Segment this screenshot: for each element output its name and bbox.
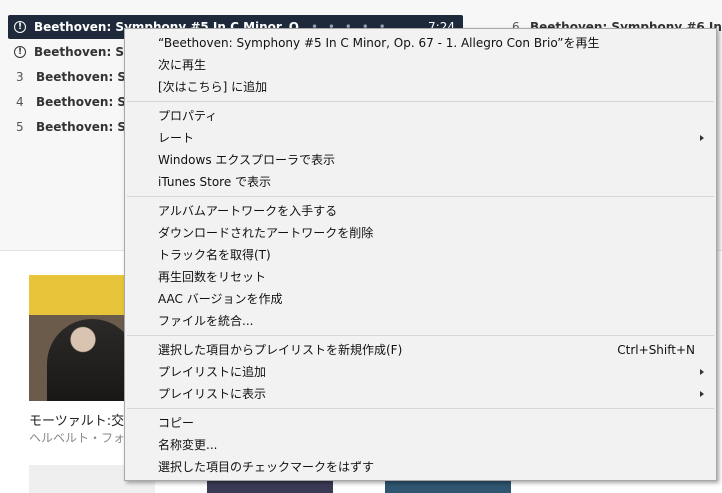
- menu-item-label: [次はこちら] に追加: [158, 80, 268, 94]
- menu-item-shortcut: Ctrl+Shift+N: [617, 343, 695, 357]
- menu-item-label: レート: [158, 131, 195, 145]
- menu-item-add-to-playlist[interactable]: プレイリストに追加: [125, 361, 716, 383]
- menu-item-play-next[interactable]: 次に再生: [125, 54, 716, 76]
- menu-item-label: AAC バージョンを作成: [158, 292, 283, 306]
- menu-item-label: Windows エクスプローラで表示: [158, 153, 336, 167]
- menu-item-rating[interactable]: レート: [125, 127, 716, 149]
- menu-item-label: アルバムアートワークを入手する: [158, 204, 338, 218]
- menu-item-label: ダウンロードされたアートワークを削除: [158, 226, 374, 240]
- menu-separator: [127, 101, 714, 102]
- menu-item-label: コピー: [158, 416, 195, 430]
- track-number: 4: [16, 95, 24, 109]
- track-title: Beethoven: S: [36, 95, 127, 109]
- track-title: Beethoven: S: [36, 120, 127, 134]
- menu-item-delete-artwork[interactable]: ダウンロードされたアートワークを削除: [125, 222, 716, 244]
- menu-item-reset-plays[interactable]: 再生回数をリセット: [125, 266, 716, 288]
- menu-item-label: iTunes Store で表示: [158, 175, 272, 189]
- menu-item-consolidate-files[interactable]: ファイルを統合...: [125, 310, 716, 332]
- menu-item-label: “Beethoven: Symphony #5 In C Minor, Op. …: [158, 36, 600, 50]
- track-number: 5: [16, 120, 24, 134]
- submenu-arrow-icon: [700, 135, 704, 141]
- track-title: Beethoven: S: [36, 70, 127, 84]
- menu-item-properties[interactable]: プロパティ: [125, 105, 716, 127]
- menu-item-create-aac[interactable]: AAC バージョンを作成: [125, 288, 716, 310]
- submenu-arrow-icon: [700, 391, 704, 397]
- menu-separator: [127, 408, 714, 409]
- menu-separator: [127, 196, 714, 197]
- menu-item-show-in-playlist[interactable]: プレイリストに表示: [125, 383, 716, 405]
- menu-item-get-track-names[interactable]: トラック名を取得(T): [125, 244, 716, 266]
- menu-item-get-artwork[interactable]: アルバムアートワークを入手する: [125, 200, 716, 222]
- menu-item-label: 再生回数をリセット: [158, 270, 267, 284]
- menu-item-label: 選択した項目からプレイリストを新規作成(F): [158, 343, 403, 357]
- warning-icon: !: [14, 21, 26, 33]
- menu-item-label: 次に再生: [158, 58, 207, 72]
- menu-item-copy[interactable]: コピー: [125, 412, 716, 434]
- menu-item-show-in-explorer[interactable]: Windows エクスプローラで表示: [125, 149, 716, 171]
- menu-item-label: ファイルを統合...: [158, 314, 254, 328]
- menu-item-label: 選択した項目のチェックマークをはずす: [158, 460, 375, 474]
- menu-separator: [127, 335, 714, 336]
- context-menu: “Beethoven: Symphony #5 In C Minor, Op. …: [124, 28, 717, 481]
- menu-item-show-in-store[interactable]: iTunes Store で表示: [125, 171, 716, 193]
- album-title[interactable]: モーツァルト:交響: [29, 410, 137, 429]
- menu-item-add-to-up-next[interactable]: [次はこちら] に追加: [125, 76, 716, 98]
- menu-item-uncheck-selection[interactable]: 選択した項目のチェックマークをはずす: [125, 456, 716, 478]
- menu-item-label: プレイリストに表示: [158, 387, 267, 401]
- menu-item-label: 名称変更...: [158, 438, 218, 452]
- warning-icon: !: [14, 46, 26, 58]
- menu-item-label: トラック名を取得(T): [158, 248, 271, 262]
- track-title: Beethoven: S: [34, 45, 125, 59]
- menu-item-label: プレイリストに追加: [158, 365, 267, 379]
- menu-item-rename[interactable]: 名称変更...: [125, 434, 716, 456]
- menu-item-new-playlist-from-selection[interactable]: 選択した項目からプレイリストを新規作成(F) Ctrl+Shift+N: [125, 339, 716, 361]
- track-number: 3: [16, 70, 24, 84]
- submenu-arrow-icon: [700, 369, 704, 375]
- menu-item-label: プロパティ: [158, 109, 218, 123]
- menu-item-play[interactable]: “Beethoven: Symphony #5 In C Minor, Op. …: [125, 32, 716, 54]
